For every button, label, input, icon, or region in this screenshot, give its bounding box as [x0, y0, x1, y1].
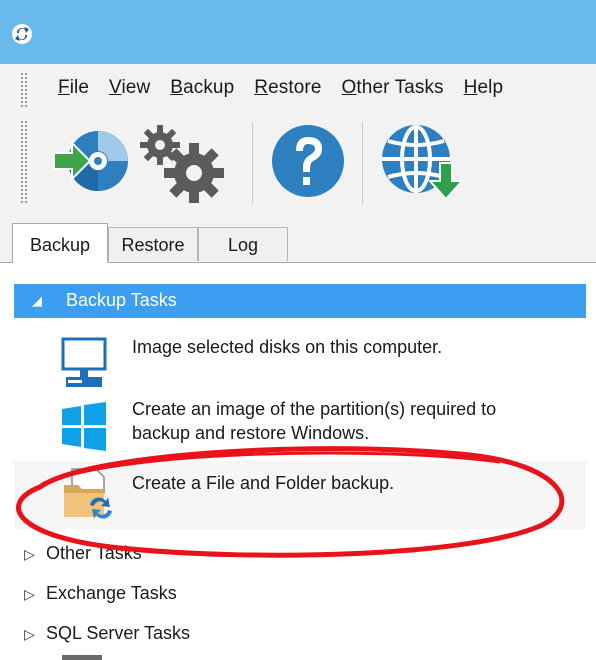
- expand-arrow-icon[interactable]: ▷: [24, 626, 46, 643]
- menu-file[interactable]: File: [58, 77, 89, 99]
- menu-other-tasks[interactable]: Other Tasks: [342, 77, 444, 99]
- settings-gears-icon[interactable]: [136, 119, 228, 203]
- expand-arrow-icon[interactable]: ▷: [24, 586, 46, 603]
- menu-grip[interactable]: [20, 72, 28, 108]
- tab-restore[interactable]: Restore: [108, 227, 198, 261]
- task-panel: ◢ Backup Tasks Image selected disks on t…: [0, 262, 596, 660]
- menu-restore[interactable]: Restore: [254, 77, 321, 99]
- title-bar: [0, 0, 596, 64]
- windows-logo-icon: [62, 402, 106, 451]
- task-label: Image selected disks on this computer.: [132, 337, 443, 357]
- task-label: Create a File and Folder backup.: [132, 473, 395, 493]
- task-file-folder-backup[interactable]: Create a File and Folder backup.: [14, 461, 586, 529]
- folder-backup-icon: [64, 468, 112, 519]
- task-image-windows[interactable]: Create an image of the partition(s) requ…: [14, 393, 586, 457]
- tab-strip: Backup Restore Log: [0, 210, 596, 263]
- section-title: Backup Tasks: [66, 290, 177, 310]
- monitor-icon: [61, 337, 107, 387]
- tree-item-sql-server-tasks[interactable]: ▷ SQL Server Tasks: [24, 623, 190, 644]
- toolbar: [0, 114, 596, 210]
- expand-arrow-icon[interactable]: ▷: [24, 546, 46, 563]
- collapse-arrow-icon[interactable]: ◢: [32, 293, 42, 309]
- tree-item-exchange-tasks[interactable]: ▷ Exchange Tasks: [24, 583, 177, 604]
- menu-view[interactable]: View: [109, 77, 150, 99]
- tab-backup[interactable]: Backup: [12, 223, 108, 263]
- menu-bar: File View Backup Restore Other Tasks Hel…: [0, 64, 596, 114]
- next-item-icon-partial: [62, 655, 102, 660]
- tab-log[interactable]: Log: [198, 227, 288, 261]
- menu-backup[interactable]: Backup: [170, 77, 234, 99]
- help-icon[interactable]: [266, 119, 350, 203]
- toolbar-separator: [362, 122, 363, 204]
- toolbar-grip[interactable]: [20, 120, 28, 204]
- section-header-backup-tasks[interactable]: ◢ Backup Tasks: [14, 284, 586, 318]
- tree-item-other-tasks[interactable]: ▷ Other Tasks: [24, 543, 142, 564]
- menu-help[interactable]: Help: [464, 77, 503, 99]
- task-label-continued: backup and restore Windows.: [132, 423, 370, 443]
- app-logo-icon: [12, 24, 32, 44]
- backup-disk-icon[interactable]: [50, 119, 130, 203]
- task-label: Create an image of the partition(s) requ…: [132, 399, 497, 419]
- toolbar-separator: [252, 122, 253, 204]
- task-image-disks[interactable]: Image selected disks on this computer.: [14, 329, 586, 391]
- globe-download-icon[interactable]: [374, 119, 470, 205]
